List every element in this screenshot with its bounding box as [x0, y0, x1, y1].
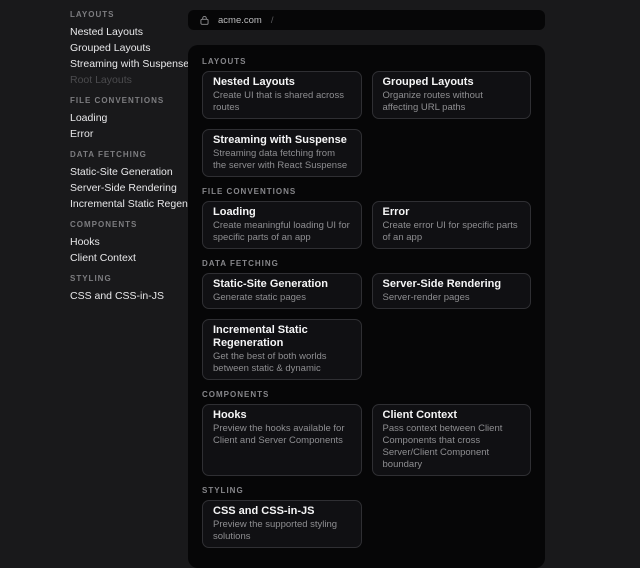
- section-components: Components Hooks Preview the hooks avail…: [202, 390, 531, 476]
- sidebar-item-static-site-generation[interactable]: Static-Site Generation: [70, 164, 180, 180]
- card-title: Server-Side Rendering: [383, 278, 521, 291]
- section-title: File Conventions: [202, 187, 531, 197]
- card-title: Hooks: [213, 409, 351, 422]
- content-panel: Layouts Nested Layouts Create UI that is…: [188, 45, 545, 568]
- section-title: Components: [202, 390, 531, 400]
- card-description: Create error UI for specific parts of an…: [383, 220, 521, 244]
- card-grouped-layouts[interactable]: Grouped Layouts Organize routes without …: [372, 71, 532, 119]
- card-description: Organize routes without affecting URL pa…: [383, 90, 521, 114]
- browser-frame: acme.com / Layouts Nested Layouts Create…: [188, 0, 545, 568]
- sidebar: Layouts Nested Layouts Grouped Layouts S…: [0, 0, 188, 304]
- card-title: Grouped Layouts: [383, 76, 521, 89]
- card-nested-layouts[interactable]: Nested Layouts Create UI that is shared …: [202, 71, 362, 119]
- card-title: Nested Layouts: [213, 76, 351, 89]
- card-css-and-css-in-js[interactable]: CSS and CSS-in-JS Preview the supported …: [202, 500, 362, 548]
- sidebar-section-styling: Styling CSS and CSS-in-JS: [70, 274, 180, 304]
- section-file-conventions: File Conventions Loading Create meaningf…: [202, 187, 531, 249]
- sidebar-section-data-fetching: Data Fetching Static-Site Generation Ser…: [70, 150, 180, 212]
- card-title: Loading: [213, 206, 351, 219]
- app-root: Layouts Nested Layouts Grouped Layouts S…: [0, 0, 640, 469]
- card-grid: Hooks Preview the hooks available for Cl…: [202, 404, 531, 476]
- address-domain: acme.com: [218, 15, 262, 26]
- card-description: Pass context between Client Components t…: [383, 423, 521, 471]
- lock-icon: [200, 15, 209, 25]
- card-grid: Static-Site Generation Generate static p…: [202, 273, 531, 380]
- section-data-fetching: Data Fetching Static-Site Generation Gen…: [202, 259, 531, 380]
- sidebar-section-title: Components: [70, 220, 180, 230]
- card-streaming-with-suspense[interactable]: Streaming with Suspense Streaming data f…: [202, 129, 362, 177]
- section-title: Layouts: [202, 57, 531, 67]
- sidebar-item-grouped-layouts[interactable]: Grouped Layouts: [70, 40, 180, 56]
- sidebar-section-layouts: Layouts Nested Layouts Grouped Layouts S…: [70, 10, 180, 88]
- sidebar-item-hooks[interactable]: Hooks: [70, 234, 180, 250]
- card-grid: Nested Layouts Create UI that is shared …: [202, 71, 531, 177]
- card-title: Streaming with Suspense: [213, 134, 351, 147]
- sidebar-section-title: File Conventions: [70, 96, 180, 106]
- address-path: /: [271, 15, 274, 26]
- card-description: Streaming data fetching from the server …: [213, 148, 351, 172]
- card-title: Error: [383, 206, 521, 219]
- sidebar-item-root-layouts: Root Layouts: [70, 72, 180, 88]
- card-title: Incremental Static Regeneration: [213, 324, 351, 350]
- sidebar-item-client-context[interactable]: Client Context: [70, 250, 180, 266]
- sidebar-item-server-side-rendering[interactable]: Server-Side Rendering: [70, 180, 180, 196]
- card-grid: CSS and CSS-in-JS Preview the supported …: [202, 500, 531, 548]
- address-bar[interactable]: acme.com /: [188, 10, 545, 30]
- card-hooks[interactable]: Hooks Preview the hooks available for Cl…: [202, 404, 362, 476]
- card-grid: Loading Create meaningful loading UI for…: [202, 201, 531, 249]
- sidebar-section-file-conventions: File Conventions Loading Error: [70, 96, 180, 142]
- sidebar-item-nested-layouts[interactable]: Nested Layouts: [70, 24, 180, 40]
- sidebar-section-components: Components Hooks Client Context: [70, 220, 180, 266]
- sidebar-section-title: Styling: [70, 274, 180, 284]
- card-title: Client Context: [383, 409, 521, 422]
- card-description: Create meaningful loading UI for specifi…: [213, 220, 351, 244]
- section-title: Styling: [202, 486, 531, 496]
- card-description: Generate static pages: [213, 292, 351, 304]
- sidebar-item-error[interactable]: Error: [70, 126, 180, 142]
- card-description: Preview the hooks available for Client a…: [213, 423, 351, 447]
- card-client-context[interactable]: Client Context Pass context between Clie…: [372, 404, 532, 476]
- card-title: Static-Site Generation: [213, 278, 351, 291]
- sidebar-section-title: Layouts: [70, 10, 180, 20]
- card-description: Create UI that is shared across routes: [213, 90, 351, 114]
- sidebar-item-streaming-with-suspense[interactable]: Streaming with Suspense: [70, 56, 180, 72]
- sidebar-section-title: Data Fetching: [70, 150, 180, 160]
- card-description: Get the best of both worlds between stat…: [213, 351, 351, 375]
- card-loading[interactable]: Loading Create meaningful loading UI for…: [202, 201, 362, 249]
- sidebar-item-incremental-static-regeneration[interactable]: Incremental Static Regeneration: [70, 196, 180, 212]
- card-description: Server-render pages: [383, 292, 521, 304]
- sidebar-item-css-and-css-in-js[interactable]: CSS and CSS-in-JS: [70, 288, 180, 304]
- card-description: Preview the supported styling solutions: [213, 519, 351, 543]
- card-title: CSS and CSS-in-JS: [213, 505, 351, 518]
- card-static-site-generation[interactable]: Static-Site Generation Generate static p…: [202, 273, 362, 309]
- section-title: Data Fetching: [202, 259, 531, 269]
- card-incremental-static-regeneration[interactable]: Incremental Static Regeneration Get the …: [202, 319, 362, 380]
- card-server-side-rendering[interactable]: Server-Side Rendering Server-render page…: [372, 273, 532, 309]
- section-styling: Styling CSS and CSS-in-JS Preview the su…: [202, 486, 531, 548]
- section-layouts: Layouts Nested Layouts Create UI that is…: [202, 57, 531, 177]
- card-error[interactable]: Error Create error UI for specific parts…: [372, 201, 532, 249]
- sidebar-item-loading[interactable]: Loading: [70, 110, 180, 126]
